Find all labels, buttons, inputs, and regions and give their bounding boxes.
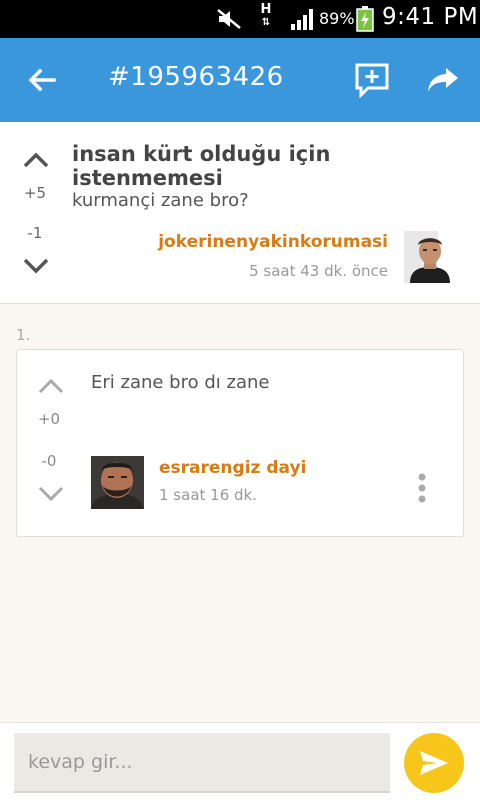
share-icon[interactable] bbox=[426, 64, 460, 96]
post-body: kurmançi zane bro? bbox=[72, 190, 249, 211]
reply-bar bbox=[0, 722, 480, 800]
add-comment-icon[interactable] bbox=[354, 62, 390, 98]
comment-downvote-icon[interactable] bbox=[37, 484, 65, 504]
clock: 9:41 PM bbox=[382, 4, 479, 30]
status-bar: H ⇅ 89% 9:41 PM bbox=[0, 0, 480, 38]
send-icon bbox=[420, 751, 448, 775]
back-arrow-icon[interactable] bbox=[26, 64, 58, 96]
reply-input[interactable] bbox=[14, 733, 390, 793]
post-author[interactable]: jokerinenyakinkorumasi bbox=[158, 232, 388, 252]
page-title: #195963426 bbox=[108, 62, 284, 92]
comment-card: +0 -0 Eri zane bro dı zane esrarengiz da… bbox=[16, 349, 464, 537]
battery-percent: 89% bbox=[319, 9, 355, 28]
post-title: insan kürt olduğu için istenmemesi bbox=[72, 142, 331, 190]
more-options-icon[interactable] bbox=[413, 472, 431, 504]
comment-upvote-icon[interactable] bbox=[37, 376, 65, 396]
post: +5 -1 insan kürt olduğu için istenmemesi… bbox=[0, 122, 480, 304]
network-h-icon: H ⇅ bbox=[260, 2, 272, 28]
comment-body: Eri zane bro dı zane bbox=[91, 372, 270, 393]
comment-author-avatar[interactable] bbox=[91, 456, 144, 509]
mute-icon bbox=[217, 9, 241, 29]
post-score-minus: -1 bbox=[27, 224, 43, 242]
post-author-avatar[interactable] bbox=[404, 231, 456, 283]
comment-index: 1. bbox=[16, 326, 31, 344]
signal-icon bbox=[291, 9, 313, 30]
post-score-plus: +5 bbox=[23, 184, 47, 202]
send-button[interactable] bbox=[404, 733, 464, 793]
comment-score-plus: +0 bbox=[37, 410, 61, 428]
network-type: H bbox=[260, 2, 272, 17]
comment-time: 1 saat 16 dk. bbox=[159, 486, 257, 504]
upvote-icon[interactable] bbox=[22, 150, 50, 170]
downvote-icon[interactable] bbox=[22, 256, 50, 276]
post-time: 5 saat 43 dk. önce bbox=[249, 262, 388, 280]
battery-charging-icon bbox=[356, 6, 374, 32]
action-bar: #195963426 bbox=[0, 38, 480, 122]
comment-author[interactable]: esrarengiz dayi bbox=[159, 458, 306, 478]
comment-score-minus: -0 bbox=[41, 452, 57, 470]
